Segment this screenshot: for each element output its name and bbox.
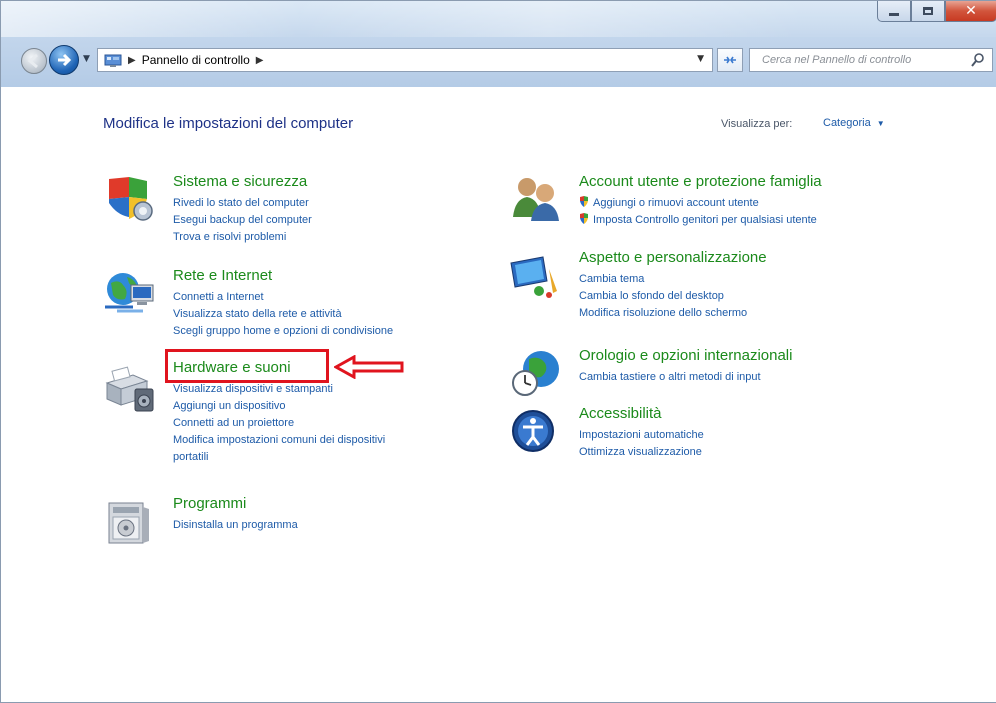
category-title[interactable]: Sistema e sicurezza	[173, 173, 307, 190]
category-link[interactable]: Cambia tema	[579, 271, 747, 288]
breadcrumb-separator-icon[interactable]: ▶	[256, 55, 264, 66]
back-button[interactable]	[21, 48, 47, 74]
category-link[interactable]: Scegli gruppo home e opzioni di condivis…	[173, 323, 393, 340]
category-link[interactable]: Aggiungi un dispositivo	[173, 398, 385, 415]
forward-arrow-icon	[58, 53, 72, 67]
control-panel-content: Modifica le impostazioni del computer Vi…	[1, 87, 996, 702]
category-link[interactable]: Connetti a Internet	[173, 289, 393, 306]
category-link[interactable]: Visualizza dispositivi e stampanti	[173, 381, 385, 398]
view-by-label: Visualizza per:	[721, 118, 793, 130]
category-title[interactable]: Aspetto e personalizzazione	[579, 249, 767, 266]
accessibility-icon	[509, 407, 563, 455]
category-link[interactable]: Modifica risoluzione dello schermo	[579, 305, 747, 322]
printer-speaker-icon	[103, 361, 157, 412]
breadcrumb-separator-icon: ▶	[128, 54, 136, 66]
category-links: Cambia tema Cambia lo sfondo del desktop…	[579, 271, 747, 322]
monitor-paint-icon	[509, 251, 563, 299]
category-link[interactable]: Imposta Controllo genitori per qualsiasi…	[579, 212, 817, 229]
refresh-icon	[724, 56, 736, 64]
maximize-button[interactable]	[911, 1, 945, 22]
view-by-dropdown[interactable]: Categoria ▼	[823, 117, 885, 129]
category-title[interactable]: Account utente e protezione famiglia	[579, 173, 822, 190]
category-link[interactable]: Impostazioni automatiche	[579, 427, 704, 444]
category-user-accounts: Account utente e protezione famiglia Agg…	[509, 173, 929, 243]
category-links: Visualizza dispositivi e stampanti Aggiu…	[173, 381, 385, 466]
globe-network-icon	[103, 269, 157, 317]
page-title: Modifica le impostazioni del computer	[103, 115, 354, 132]
breadcrumb-control-panel[interactable]: Pannello di controllo	[142, 53, 250, 67]
category-clock-region: Orologio e opzioni internazionali Cambia…	[509, 347, 929, 407]
back-arrow-icon	[27, 53, 38, 69]
users-icon	[509, 175, 563, 223]
category-link-text: Imposta Controllo genitori per qualsiasi…	[593, 214, 817, 226]
chevron-down-icon: ▼	[876, 119, 885, 128]
navigation-bar: ▼ ▶ Pannello di controllo ▶ ▼ Cerca nel …	[1, 41, 996, 79]
category-link[interactable]: Esegui backup del computer	[173, 212, 312, 229]
minimize-button[interactable]	[877, 1, 911, 22]
view-by-value: Categoria	[823, 117, 871, 129]
category-link[interactable]: portatili	[173, 449, 385, 466]
uac-shield-icon	[579, 196, 589, 207]
close-icon: ✕	[965, 3, 977, 19]
refresh-button[interactable]	[717, 48, 743, 72]
category-links: Cambia tastiere o altri metodi di input	[579, 369, 761, 386]
category-link[interactable]: Trova e risolvi problemi	[173, 229, 312, 246]
category-link-text: Aggiungi o rimuovi account utente	[593, 197, 759, 209]
category-link[interactable]: Visualizza stato della rete e attività	[173, 306, 393, 323]
address-bar[interactable]: ▶ Pannello di controllo ▶ ▼	[97, 48, 713, 72]
clock-globe-icon	[509, 349, 563, 397]
category-title[interactable]: Rete e Internet	[173, 267, 272, 284]
category-link[interactable]: Cambia tastiere o altri metodi di input	[579, 369, 761, 386]
uac-shield-icon	[579, 213, 589, 224]
category-link[interactable]: Disinstalla un programma	[173, 517, 298, 534]
category-appearance: Aspetto e personalizzazione Cambia tema …	[509, 249, 929, 329]
category-link[interactable]: Aggiungi o rimuovi account utente	[579, 195, 817, 212]
category-links: Impostazioni automatiche Ottimizza visua…	[579, 427, 704, 461]
window-frame: ✕ ▼ ▶ Pannello di controllo ▶ ▼ Cerca ne…	[1, 1, 996, 87]
recent-pages-dropdown[interactable]: ▼	[83, 54, 90, 64]
category-link[interactable]: Cambia lo sfondo del desktop	[579, 288, 747, 305]
category-title[interactable]: Programmi	[173, 495, 246, 512]
control-panel-window: ✕ ▼ ▶ Pannello di controllo ▶ ▼ Cerca ne…	[0, 0, 996, 703]
search-icon[interactable]	[970, 52, 986, 68]
annotation-arrow-icon	[334, 355, 404, 379]
category-link[interactable]: Modifica impostazioni comuni dei disposi…	[173, 432, 385, 449]
close-button[interactable]: ✕	[945, 1, 996, 22]
category-links: Aggiungi o rimuovi account utente Impost…	[579, 195, 817, 229]
forward-button[interactable]	[49, 45, 79, 75]
category-link[interactable]: Rivedi lo stato del computer	[173, 195, 312, 212]
minimize-icon	[889, 12, 899, 16]
maximize-icon	[923, 7, 933, 15]
category-link[interactable]: Ottimizza visualizzazione	[579, 444, 704, 461]
caption-buttons: ✕	[877, 1, 996, 23]
highlight-box	[165, 349, 329, 383]
category-system-security: Sistema e sicurezza Rivedi lo stato del …	[103, 173, 483, 253]
search-box[interactable]: Cerca nel Pannello di controllo	[749, 48, 993, 72]
address-dropdown-icon[interactable]: ▼	[697, 54, 704, 64]
category-programs: Programmi Disinstalla un programma	[103, 495, 483, 555]
programs-icon	[103, 497, 157, 545]
category-title[interactable]: Orologio e opzioni internazionali	[579, 347, 792, 364]
category-links: Rivedi lo stato del computer Esegui back…	[173, 195, 312, 246]
category-accessibility: Accessibilità Impostazioni automatiche O…	[509, 405, 929, 465]
search-input[interactable]: Cerca nel Pannello di controllo	[762, 54, 970, 66]
category-links: Connetti a Internet Visualizza stato del…	[173, 289, 393, 340]
category-links: Disinstalla un programma	[173, 517, 298, 534]
category-network-internet: Rete e Internet Connetti a Internet Visu…	[103, 267, 483, 347]
shield-icon	[103, 175, 157, 223]
control-panel-icon	[104, 53, 122, 67]
category-title[interactable]: Accessibilità	[579, 405, 662, 422]
category-link[interactable]: Connetti ad un proiettore	[173, 415, 385, 432]
